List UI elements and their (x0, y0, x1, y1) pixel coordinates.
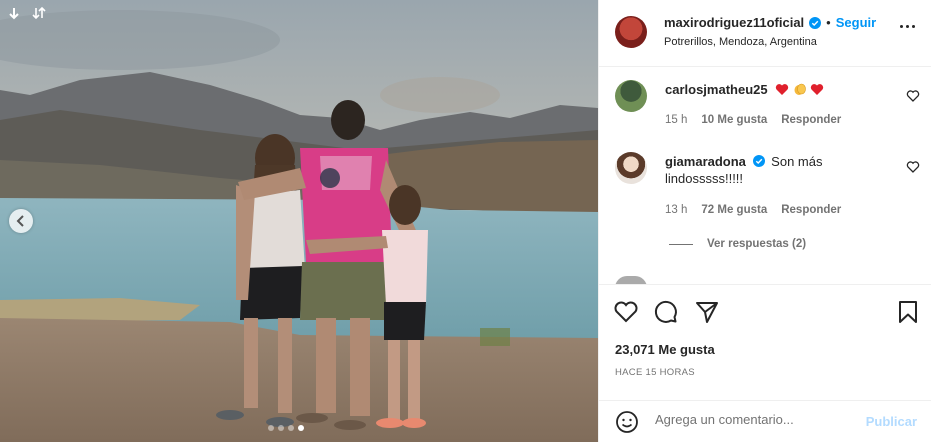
comment-username[interactable]: giamaradona (665, 154, 746, 169)
expand-icon (29, 4, 49, 24)
follow-button[interactable]: Seguir (836, 15, 876, 30)
carousel-dot (268, 425, 274, 431)
view-replies-button[interactable]: Ver respuestas (2) (669, 238, 806, 250)
profile-avatar[interactable] (615, 16, 647, 48)
comment-emoji (771, 82, 824, 97)
comment-body: giamaradona Son más lindosssss!!!!! (665, 153, 895, 187)
carousel-dots (268, 425, 304, 431)
comment-time: 13 h (665, 204, 688, 216)
verified-badge-icon (809, 16, 822, 29)
username-link[interactable]: maxirodriguez11oficial (664, 15, 804, 30)
likes-count[interactable]: 23,071 Me gusta (615, 342, 715, 357)
share-icon[interactable] (694, 299, 720, 325)
comment-icon[interactable] (653, 299, 679, 325)
post-header: maxirodriguez11oficial • Seguir Potreril… (599, 0, 931, 67)
carousel-dot-active (298, 425, 304, 431)
comment-input[interactable] (655, 412, 855, 427)
comment-likes[interactable]: 72 Me gusta (701, 204, 767, 216)
heart-icon[interactable] (906, 89, 920, 103)
heart-icon[interactable] (613, 299, 639, 325)
photo-scene (0, 0, 598, 442)
post-timestamp: HACE 15 HORAS (615, 367, 695, 378)
verified-badge-icon (752, 155, 765, 167)
clapping-hands-emoji-icon (794, 83, 806, 95)
location-link[interactable]: Potrerillos, Mendoza, Argentina (664, 36, 817, 48)
carousel-prev-button[interactable] (9, 209, 33, 233)
chevron-left-icon (16, 215, 24, 227)
emoji-icon[interactable] (615, 410, 639, 434)
view-replies-label: Ver respuestas (2) (707, 238, 807, 250)
add-comment-bar: Publicar (599, 400, 931, 442)
replies-line (669, 243, 693, 245)
comment-reply-button[interactable]: Responder (781, 204, 841, 216)
comment-username[interactable]: carlosjmatheu25 (665, 82, 768, 97)
red-heart-emoji-icon (811, 84, 824, 95)
more-options-icon[interactable] (900, 25, 915, 28)
comment-time: 15 h (665, 114, 688, 126)
comment-meta: 13 h 72 Me gusta Responder (665, 204, 841, 216)
comment-avatar[interactable] (615, 80, 647, 112)
comments-list[interactable]: carlosjmatheu25 15 h 10 Me gusta Respond… (599, 68, 931, 284)
post-header-user: maxirodriguez11oficial • Seguir (664, 15, 876, 30)
comment-avatar[interactable] (615, 152, 647, 184)
post-actions: 23,071 Me gusta HACE 15 HORAS (599, 284, 931, 384)
comment-body: carlosjmatheu25 (665, 81, 895, 98)
heart-icon[interactable] (906, 160, 920, 174)
post-photo[interactable] (0, 0, 598, 442)
comment-reply-button[interactable]: Responder (781, 114, 841, 126)
multiple-photos-icon (4, 4, 24, 24)
comment-likes[interactable]: 10 Me gusta (701, 114, 767, 126)
separator-dot: • (826, 15, 831, 30)
carousel-dot (288, 425, 294, 431)
post-side-panel: maxirodriguez11oficial • Seguir Potreril… (598, 0, 931, 442)
carousel-dot (278, 425, 284, 431)
bookmark-icon[interactable] (895, 299, 921, 325)
comment-avatar-partial (615, 276, 647, 284)
comment-meta: 15 h 10 Me gusta Responder (665, 114, 841, 126)
publish-button[interactable]: Publicar (866, 414, 917, 429)
red-heart-emoji-icon (776, 84, 789, 95)
